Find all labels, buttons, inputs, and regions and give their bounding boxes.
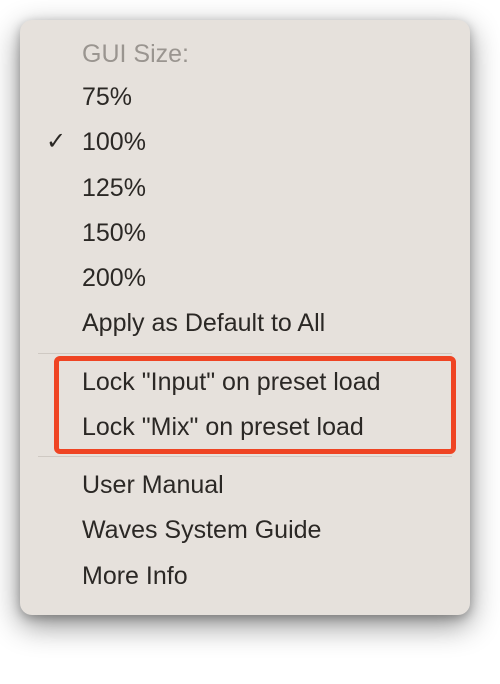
gui-size-200[interactable]: ✓ 200% [20, 256, 470, 301]
menu-item-label: Waves System Guide [82, 516, 321, 544]
gui-size-75[interactable]: ✓ 75% [20, 75, 470, 120]
gui-size-150[interactable]: ✓ 150% [20, 211, 470, 256]
gui-size-header: GUI Size: [20, 34, 470, 75]
menu-item-label: 75% [82, 83, 132, 111]
lock-input-on-preset-load[interactable]: Lock "Input" on preset load [20, 360, 470, 405]
menu-item-label: 200% [82, 264, 146, 292]
menu-item-label: User Manual [82, 471, 224, 499]
menu-item-label: 125% [82, 174, 146, 202]
gui-size-125[interactable]: ✓ 125% [20, 166, 470, 211]
gui-size-100[interactable]: ✓ 100% [20, 120, 470, 165]
menu-item-label: 150% [82, 219, 146, 247]
context-menu: GUI Size: ✓ 75% ✓ 100% ✓ 125% ✓ 150% ✓ 2… [20, 20, 470, 615]
menu-item-label: Apply as Default to All [82, 309, 325, 337]
menu-item-label: Lock "Input" on preset load [82, 368, 381, 396]
more-info[interactable]: More Info [20, 554, 470, 599]
waves-system-guide[interactable]: Waves System Guide [20, 508, 470, 553]
menu-divider [38, 456, 452, 457]
menu-divider [38, 353, 452, 354]
checkmark-icon: ✓ [46, 127, 66, 157]
user-manual[interactable]: User Manual [20, 463, 470, 508]
menu-item-label: 100% [82, 128, 146, 156]
lock-mix-on-preset-load[interactable]: Lock "Mix" on preset load [20, 405, 470, 450]
menu-item-label: More Info [82, 562, 188, 590]
lock-group: Lock "Input" on preset load Lock "Mix" o… [20, 360, 470, 451]
menu-item-label: Lock "Mix" on preset load [82, 413, 364, 441]
apply-default[interactable]: Apply as Default to All [20, 301, 470, 346]
